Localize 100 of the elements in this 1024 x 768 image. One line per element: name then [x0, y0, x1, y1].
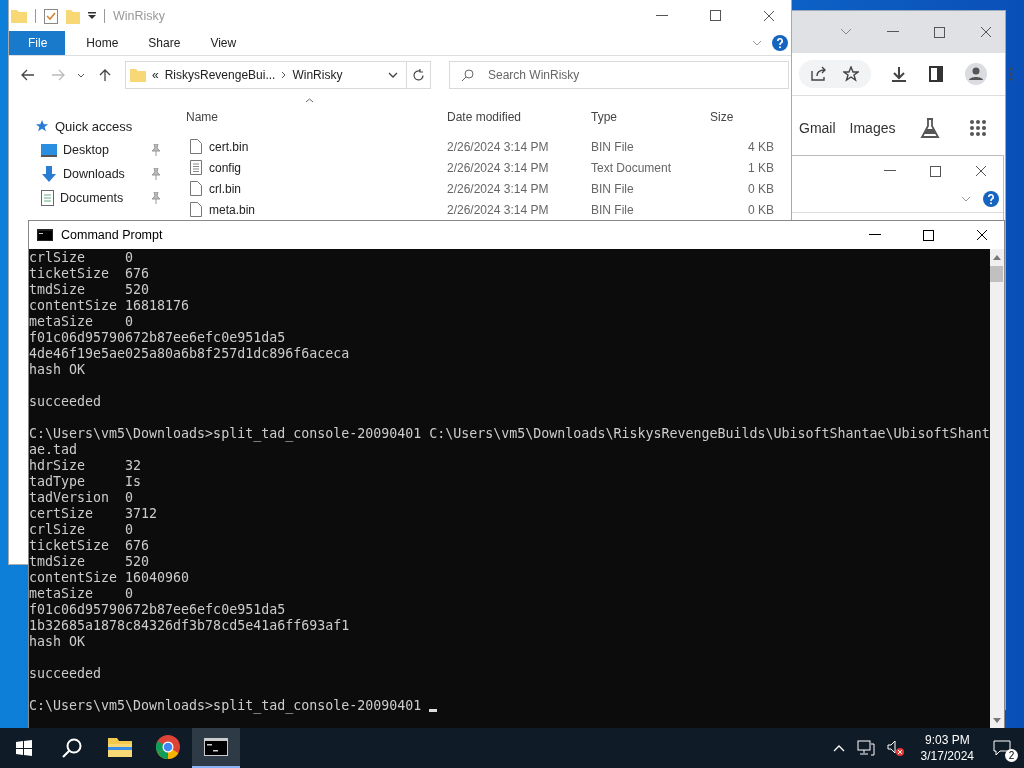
nav-item[interactable]: Desktop — [9, 138, 179, 162]
dropdown-icon[interactable] — [88, 11, 96, 20]
minimize-icon[interactable] — [869, 234, 881, 236]
header-link[interactable]: Images — [849, 120, 896, 136]
star-icon[interactable] — [843, 66, 859, 82]
size-cell-text: 0 KB — [747, 181, 775, 196]
console-line: tadVersion 0 — [29, 490, 134, 506]
maximize-icon[interactable] — [923, 229, 934, 241]
avatar-icon[interactable] — [965, 63, 987, 85]
file-name[interactable]: meta.bin — [209, 202, 256, 217]
header-link[interactable]: Gmail — [799, 120, 836, 136]
download-icon[interactable] — [891, 66, 907, 82]
breadcrumb[interactable]: WinRisky — [292, 68, 343, 82]
type-cell-text: BIN File — [590, 202, 635, 217]
folder-icon — [108, 737, 132, 757]
date-cell-text: 2/26/2024 3:14 PM — [446, 160, 550, 175]
size-cell-text: 0 KB — [747, 202, 775, 217]
close-icon[interactable] — [975, 165, 987, 177]
text-cursor — [429, 709, 438, 712]
search-icon — [461, 69, 474, 82]
desktop-icon — [41, 143, 57, 157]
console-line: metaSize 0 — [29, 314, 134, 330]
chevron-up-icon[interactable] — [832, 744, 845, 752]
apps-grid-icon[interactable] — [969, 119, 988, 137]
scroll-down-icon[interactable] — [992, 718, 1001, 723]
ribbon-tab[interactable]: Home — [71, 31, 134, 55]
search-field[interactable]: Search WinRisky — [449, 61, 789, 89]
file-name[interactable]: cert.bin — [209, 139, 249, 154]
pin-icon[interactable] — [151, 192, 161, 204]
notification-button[interactable]: 2 — [986, 728, 1018, 768]
close-icon[interactable] — [763, 9, 775, 22]
breadcrumb-overflow[interactable]: « — [152, 68, 159, 82]
flask-icon[interactable] — [919, 117, 942, 139]
file-name[interactable]: crl.bin — [209, 181, 241, 196]
console-line: 4de46f19e5ae025a80a6b8f257d1dc896f6aceca — [29, 346, 350, 362]
nav-item[interactable]: Documents — [9, 186, 179, 210]
close-icon[interactable] — [976, 229, 988, 241]
address-bar[interactable]: « RiskysRevengeBui... WinRisky — [125, 61, 407, 89]
chevron-right-icon[interactable] — [281, 71, 287, 79]
chevron-icon[interactable] — [840, 28, 852, 36]
chevron-icon[interactable] — [752, 40, 762, 46]
type-cell-text: BIN File — [590, 181, 635, 196]
console-line: f01c06d95790672b87ee6efc0e951da5 — [29, 602, 286, 618]
maximize-icon[interactable] — [710, 10, 721, 21]
clock-date[interactable]: 3/17/2024 — [920, 748, 974, 764]
console-line: C:\Users\vm5\Downloads>split_tad_console-20090401 — [29, 698, 422, 714]
sort-caret-icon — [305, 98, 314, 103]
help-icon[interactable] — [983, 191, 999, 207]
date-cell-text: 2/26/2024 3:14 PM — [446, 202, 550, 217]
breadcrumb[interactable]: RiskysRevengeBui... — [164, 68, 276, 82]
dropdown-chevron-icon[interactable] — [388, 72, 398, 78]
file-icon — [190, 202, 202, 217]
chevron-icon[interactable] — [961, 196, 971, 202]
refresh-button[interactable] — [407, 61, 431, 89]
star-icon — [35, 119, 49, 133]
clock-time[interactable]: 9:03 PM — [924, 732, 970, 748]
nav-item[interactable]: Downloads — [9, 162, 179, 186]
pin-icon[interactable] — [151, 168, 161, 180]
size-cell-text: 1 KB — [747, 160, 775, 175]
console-line: tmdSize 520 — [29, 554, 150, 570]
network-icon[interactable] — [856, 740, 875, 756]
taskbar-app[interactable] — [192, 728, 240, 768]
file-name[interactable]: config — [209, 160, 242, 175]
volume-muted-icon[interactable] — [886, 740, 905, 756]
console-line: ticketSize 676 — [29, 266, 150, 282]
up-arrow-icon[interactable] — [99, 68, 111, 82]
ribbon-tab[interactable]: View — [195, 31, 252, 55]
minimize-icon[interactable] — [656, 14, 668, 17]
window-title: Command Prompt — [61, 228, 163, 242]
properties-icon[interactable] — [44, 7, 58, 24]
share-icon[interactable] — [811, 66, 827, 81]
scroll-up-icon[interactable] — [992, 255, 1001, 260]
recent-chevron-icon[interactable] — [77, 72, 85, 78]
console-line: contentSize 16818176 — [29, 298, 190, 314]
column-header[interactable]: Name — [179, 110, 440, 124]
nav-item[interactable]: Quick access — [9, 114, 179, 138]
maximize-icon[interactable] — [930, 165, 941, 177]
column-header[interactable]: Size — [703, 110, 778, 124]
console-line: hash OK — [29, 362, 86, 378]
console-line: tmdSize 520 — [29, 282, 150, 298]
file-menu-tab[interactable]: File — [9, 31, 66, 55]
scrollbar[interactable] — [989, 249, 1004, 729]
search-icon — [62, 738, 82, 758]
sidebar-icon[interactable] — [929, 66, 943, 82]
help-icon[interactable] — [772, 35, 788, 51]
scroll-thumb[interactable] — [990, 266, 1004, 282]
date-cell-text: 2/26/2024 3:14 PM — [446, 181, 550, 196]
ribbon-tab[interactable]: Share — [133, 31, 196, 55]
console-line: succeeded — [29, 666, 102, 682]
console-line: f01c06d95790672b87ee6efc0e951da5 — [29, 330, 286, 346]
column-header[interactable]: Date modified — [440, 110, 584, 124]
console-line: succeeded — [29, 394, 102, 410]
console-line: crlSize 0 — [29, 250, 134, 266]
notification-icon — [993, 740, 1011, 756]
back-arrow-icon[interactable] — [21, 69, 35, 81]
column-header[interactable]: Type — [584, 110, 703, 124]
pin-icon[interactable] — [151, 144, 161, 156]
console-line: ticketSize 676 — [29, 538, 150, 554]
console-line: metaSize 0 — [29, 586, 134, 602]
minimize-icon[interactable] — [884, 170, 896, 172]
